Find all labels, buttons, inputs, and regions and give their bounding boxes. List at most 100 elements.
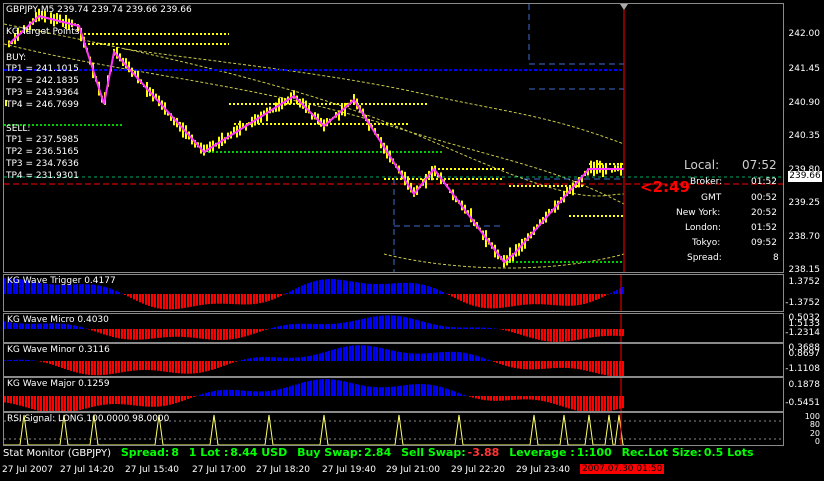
histogram-bar xyxy=(163,396,165,406)
axis-tick: -1.3752 xyxy=(785,298,820,308)
histogram-bar xyxy=(484,327,486,329)
histogram-bar xyxy=(253,294,255,305)
histogram-bar xyxy=(55,396,57,411)
histogram-bar xyxy=(511,361,513,368)
histogram-bar xyxy=(4,278,6,294)
time-axis[interactable]: 27 Jul 2007 27 Jul 14:20 27 Jul 15:40 27… xyxy=(0,462,824,481)
histogram-bar xyxy=(577,329,579,340)
histogram-bar xyxy=(172,361,174,373)
sell-label: SELL: xyxy=(6,124,31,134)
histogram-bar xyxy=(391,386,393,396)
wave-minor-pane[interactable]: KG Wave Minor 0.3116 xyxy=(3,343,784,377)
histogram-bar xyxy=(151,396,153,407)
histogram-bar xyxy=(439,352,441,361)
wave-major-pane[interactable]: KG Wave Major 0.1259 xyxy=(3,377,784,412)
histogram-bar xyxy=(262,391,264,396)
histogram-bar xyxy=(484,396,486,401)
histogram-bar xyxy=(514,294,516,306)
histogram-bar xyxy=(478,356,480,361)
histogram-bar xyxy=(97,329,99,333)
histogram-bar xyxy=(421,353,423,361)
wave-trigger-axis: 1.3752 -1.3752 xyxy=(785,274,824,312)
histogram-bar xyxy=(526,396,528,400)
histogram-bar xyxy=(430,323,432,329)
histogram-bar xyxy=(55,284,57,294)
histogram-bar xyxy=(469,294,471,305)
wave-minor-histogram xyxy=(4,344,624,376)
histogram-bar xyxy=(589,294,591,303)
histogram-bar xyxy=(148,396,150,407)
histogram-bar xyxy=(580,329,582,340)
histogram-bar xyxy=(373,283,375,294)
histogram-bar xyxy=(532,329,534,339)
histogram-bar xyxy=(607,396,609,411)
histogram-bar xyxy=(469,327,471,329)
histogram-bar xyxy=(484,294,486,309)
histogram-bar xyxy=(598,396,600,411)
histogram-bar xyxy=(19,359,21,361)
ma-line-fast xyxy=(4,23,625,197)
histogram-bar xyxy=(85,396,87,409)
histogram-bar xyxy=(592,329,594,338)
histogram-bar xyxy=(127,396,129,405)
histogram-bar xyxy=(70,324,72,329)
wave-micro-pane[interactable]: KG Wave Micro 0.4030 xyxy=(3,313,784,343)
histogram-bar xyxy=(457,352,459,361)
histogram-bar xyxy=(277,389,279,396)
histogram-bar xyxy=(340,279,342,294)
histogram-bar xyxy=(73,325,75,329)
histogram-bar xyxy=(427,285,429,294)
histogram-bar xyxy=(190,294,192,307)
price-chart-pane[interactable]: GBPJPY,M5 239.74 239.74 239.66 239.66 KG… xyxy=(3,3,784,273)
histogram-bar xyxy=(496,361,498,363)
histogram-bar xyxy=(499,396,501,401)
histogram-bar xyxy=(469,353,471,361)
histogram-bar xyxy=(457,392,459,396)
histogram-bar xyxy=(61,361,63,368)
histogram-bar xyxy=(472,327,474,329)
histogram-bar xyxy=(448,389,450,396)
histogram-bar xyxy=(214,294,216,304)
wave-trigger-pane[interactable]: KG Wave Trigger 0.4177 xyxy=(3,274,784,312)
histogram-bar xyxy=(550,361,552,369)
histogram-bar xyxy=(568,396,570,409)
wave-minor-title: KG Wave Minor 0.3116 xyxy=(7,345,110,355)
histogram-bar xyxy=(475,327,477,329)
histogram-bar xyxy=(109,329,111,337)
histogram-bar xyxy=(607,361,609,376)
rsi-signal-pane[interactable]: RSI Signal: LONG 100.0000 98.0000 xyxy=(3,412,784,446)
histogram-bar xyxy=(436,385,438,396)
histogram-bar xyxy=(346,381,348,396)
local-label: Local: xyxy=(684,158,720,172)
histogram-bar xyxy=(373,346,375,361)
histogram-bar xyxy=(529,294,531,305)
histogram-bar xyxy=(508,396,510,401)
histogram-bar xyxy=(25,359,27,361)
histogram-bar xyxy=(466,353,468,361)
histogram-bar xyxy=(109,361,111,375)
histogram-bar xyxy=(442,387,444,396)
histogram-bar xyxy=(433,385,435,396)
histogram-bar xyxy=(451,390,453,396)
histogram-bar xyxy=(391,283,393,294)
broker-time: 01:52 xyxy=(751,177,777,187)
histogram-bar xyxy=(190,361,192,374)
histogram-bar xyxy=(355,320,357,329)
histogram-bar xyxy=(556,329,558,342)
histogram-bar xyxy=(169,329,171,337)
histogram-bar xyxy=(352,345,354,361)
histogram-bar xyxy=(190,329,192,338)
histogram-bar xyxy=(250,329,252,335)
histogram-bar xyxy=(115,329,117,338)
histogram-bar xyxy=(388,315,390,329)
histogram-bar xyxy=(535,361,537,370)
histogram-bar xyxy=(382,315,384,329)
histogram-bar xyxy=(574,294,576,306)
histogram-bar xyxy=(241,329,243,338)
histogram-bar xyxy=(490,396,492,401)
histogram-bar xyxy=(250,358,252,361)
price-axis[interactable]: 242.00 241.45 240.90 240.35 239.80 239.2… xyxy=(786,3,824,275)
histogram-bar xyxy=(394,315,396,329)
histogram-bar xyxy=(439,325,441,329)
histogram-bar xyxy=(424,322,426,329)
